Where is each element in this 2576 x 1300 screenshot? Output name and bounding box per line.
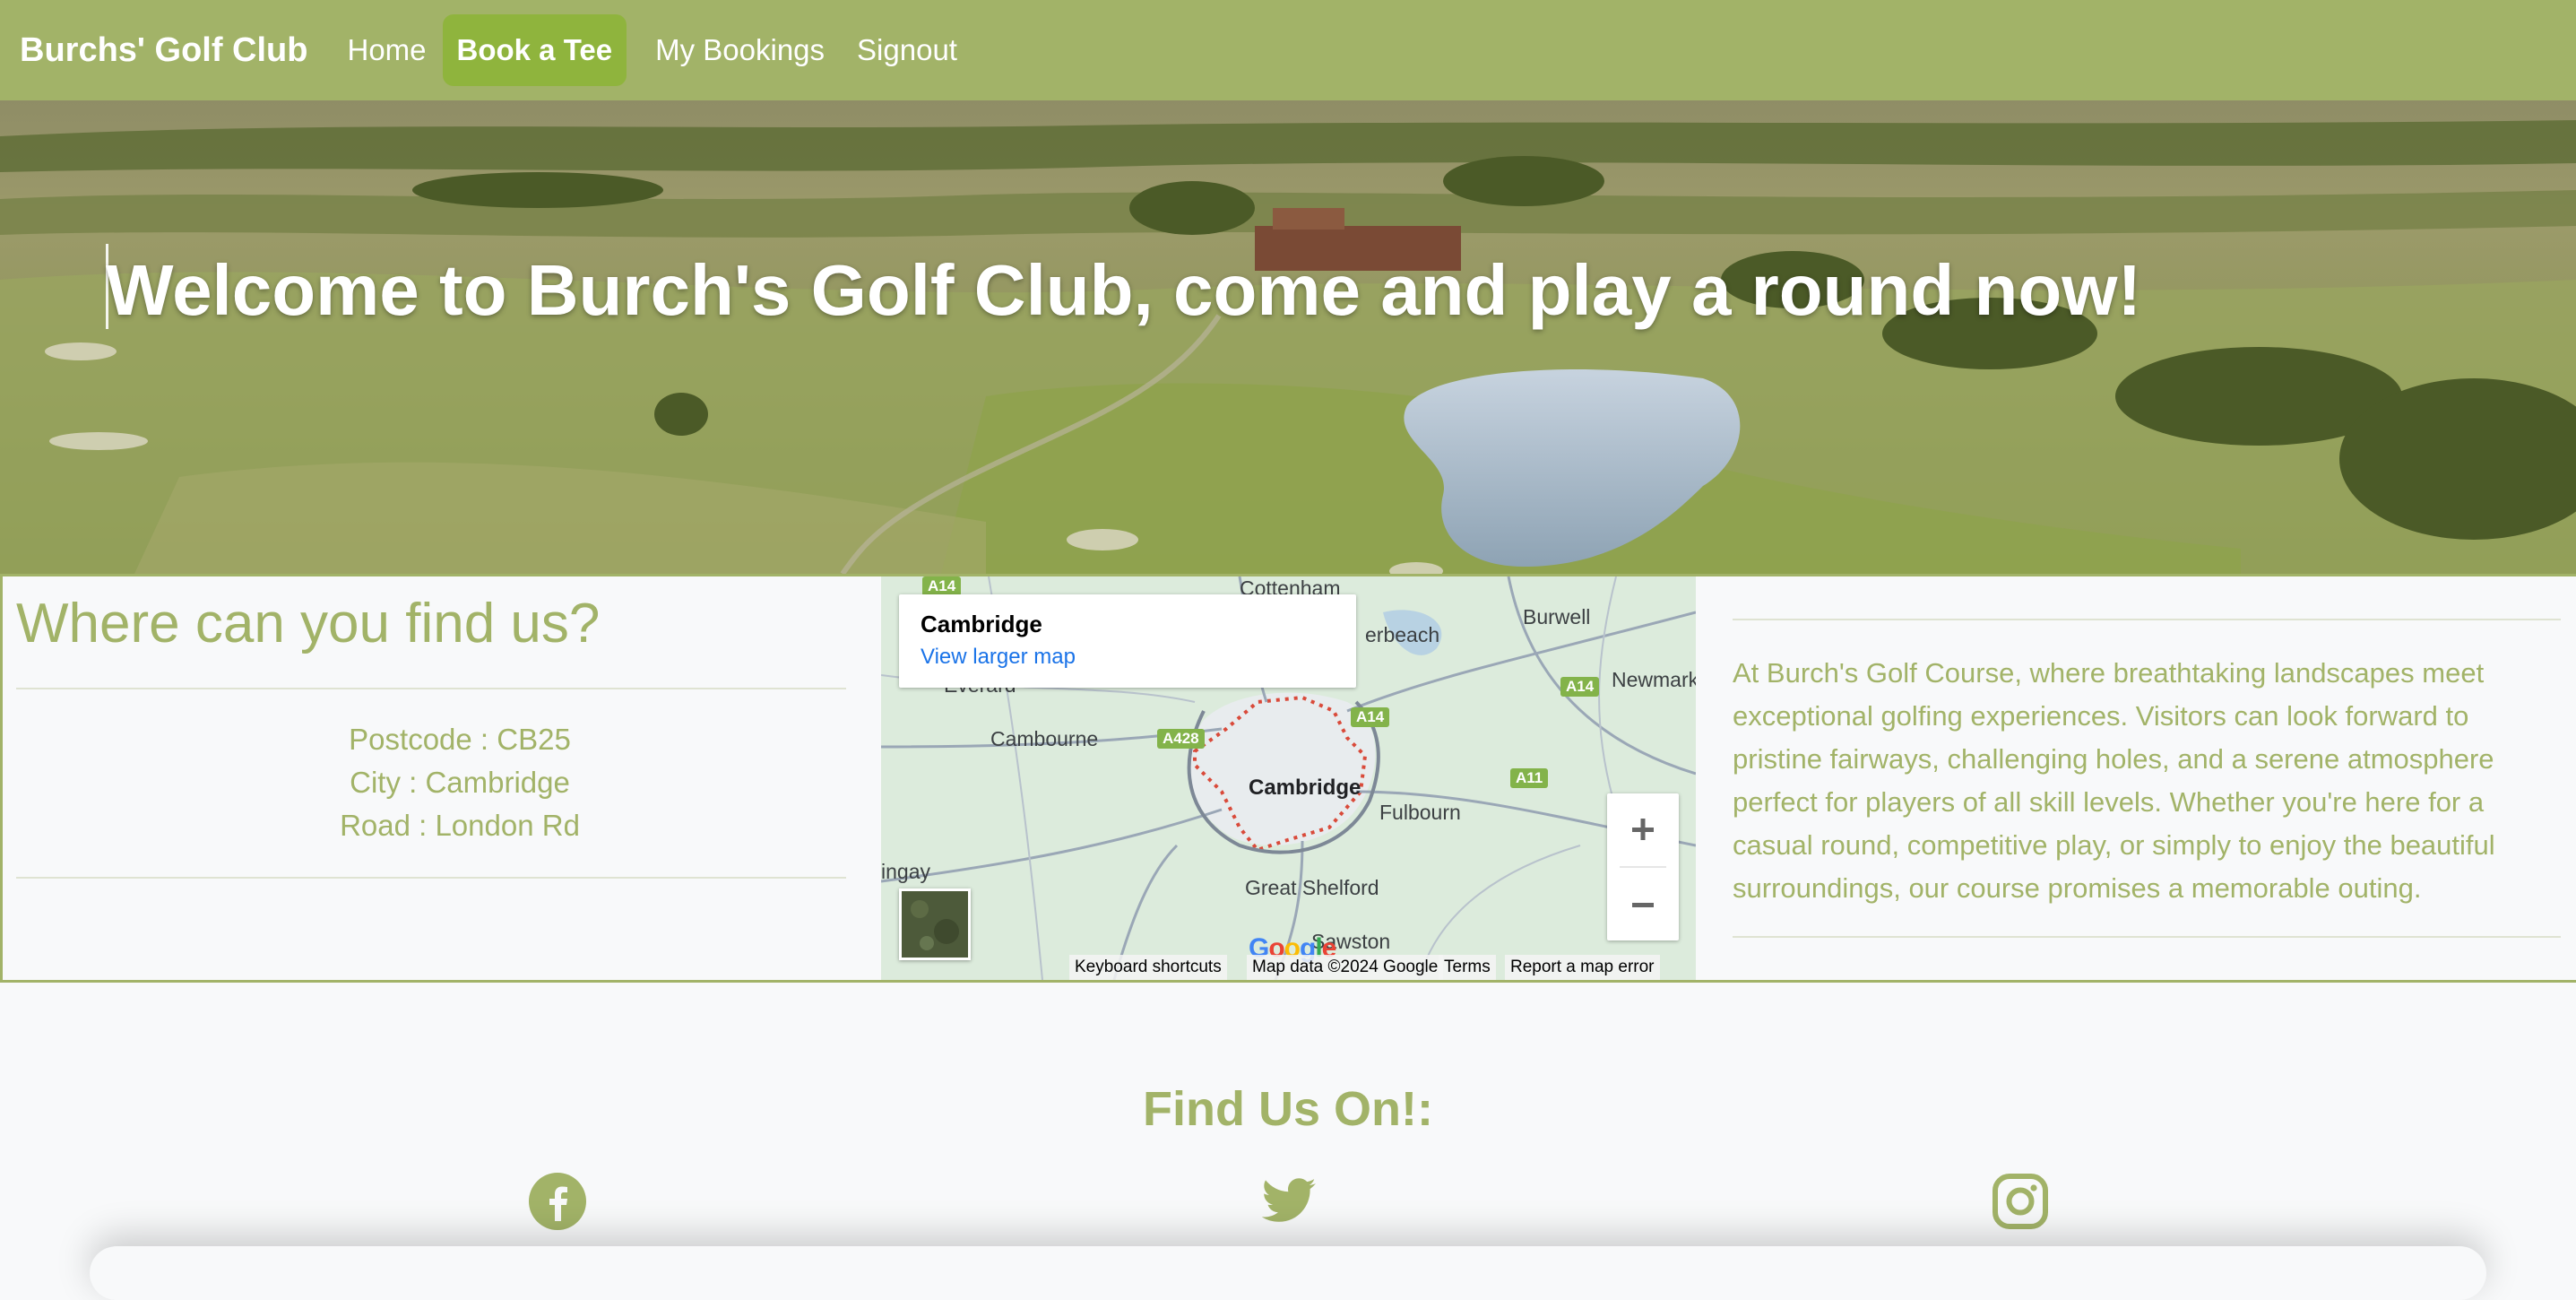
location-title: Where can you find us? <box>16 593 601 654</box>
map-label-longstanton: ingay <box>881 860 930 883</box>
zoom-separator <box>1620 866 1666 868</box>
map-label-cambourne: Cambourne <box>990 727 1099 750</box>
about-text: At Burch's Golf Course, where breathtaki… <box>1733 657 2495 904</box>
road-badge: A14 <box>922 576 962 596</box>
terms-link[interactable]: Terms <box>1439 955 1496 980</box>
minus-icon <box>1632 903 1654 907</box>
zoom-out-button[interactable] <box>1607 869 1679 940</box>
hero-banner: Welcome to Burch's Golf Club, come and p… <box>0 100 2576 574</box>
map-label-burwell: Burwell <box>1523 605 1591 628</box>
keyboard-shortcuts-link[interactable]: Keyboard shortcuts <box>1069 955 1227 980</box>
divider <box>16 877 846 879</box>
hero-title: Welcome to Burch's Golf Club, come and p… <box>106 250 2142 330</box>
map-label-newmarket: Newmark <box>1612 668 1696 691</box>
postcode-text: Postcode : CB25 <box>349 723 571 756</box>
road-badge: A14 <box>1351 707 1390 727</box>
google-map[interactable]: Cottenham erbeach Burwell Newmark Everar… <box>881 576 1696 980</box>
map-place-card: Cambridge View larger map <box>899 594 1356 688</box>
nav-book-a-tee[interactable]: Book a Tee <box>442 14 627 86</box>
map-zoom-control <box>1607 793 1679 940</box>
road-badge: A428 <box>1157 729 1205 749</box>
nav-my-bookings[interactable]: My Bookings <box>639 14 841 86</box>
map-label-fulbourn: Fulbourn <box>1379 801 1461 824</box>
divider <box>16 688 846 689</box>
instagram-link[interactable] <box>1990 1171 2051 1232</box>
find-us-on-title: Find Us On!: <box>1143 1082 1433 1136</box>
map-label-great-shelford: Great Shelford <box>1245 876 1379 899</box>
road-badge: A14 <box>1560 677 1600 697</box>
divider <box>1733 619 2561 620</box>
satellite-thumbnail-icon <box>902 891 968 958</box>
view-larger-map-link[interactable]: View larger map <box>921 645 1076 670</box>
facebook-link[interactable] <box>527 1171 588 1232</box>
nav-home[interactable]: Home <box>331 14 442 86</box>
brand-logo[interactable]: Burchs' Golf Club <box>20 31 307 70</box>
map-label-cambridge: Cambridge <box>1249 776 1361 800</box>
city-text: City : Cambridge <box>350 766 570 799</box>
plus-icon <box>1632 819 1654 840</box>
satellite-toggle[interactable] <box>899 888 971 960</box>
road-badge: A11 <box>1510 768 1549 788</box>
report-map-error-link[interactable]: Report a map error <box>1505 955 1660 980</box>
road-text: Road : London Rd <box>340 809 580 842</box>
instagram-icon <box>1993 1174 2048 1229</box>
nav-signout[interactable]: Signout <box>841 14 973 86</box>
about-section: At Burch's Golf Course, where breathtaki… <box>1733 576 2561 980</box>
map-label-waterbeach: erbeach <box>1365 623 1440 646</box>
map-place-title: Cambridge <box>921 611 1042 637</box>
facebook-icon <box>529 1173 586 1230</box>
divider <box>1733 936 2561 938</box>
zoom-in-button[interactable] <box>1607 793 1679 865</box>
footer-card-edge <box>90 1246 2486 1300</box>
twitter-icon <box>1261 1178 1316 1222</box>
map-attribution-bar: Keyboard shortcuts Map data ©2024 Google… <box>881 955 1696 980</box>
hero-background-image <box>0 100 2576 574</box>
navbar: Burchs' Golf Club Home Book a Tee My Boo… <box>0 0 2576 100</box>
twitter-link[interactable] <box>1258 1171 1319 1232</box>
map-data-attribution: Map data ©2024 Google <box>1247 955 1444 980</box>
